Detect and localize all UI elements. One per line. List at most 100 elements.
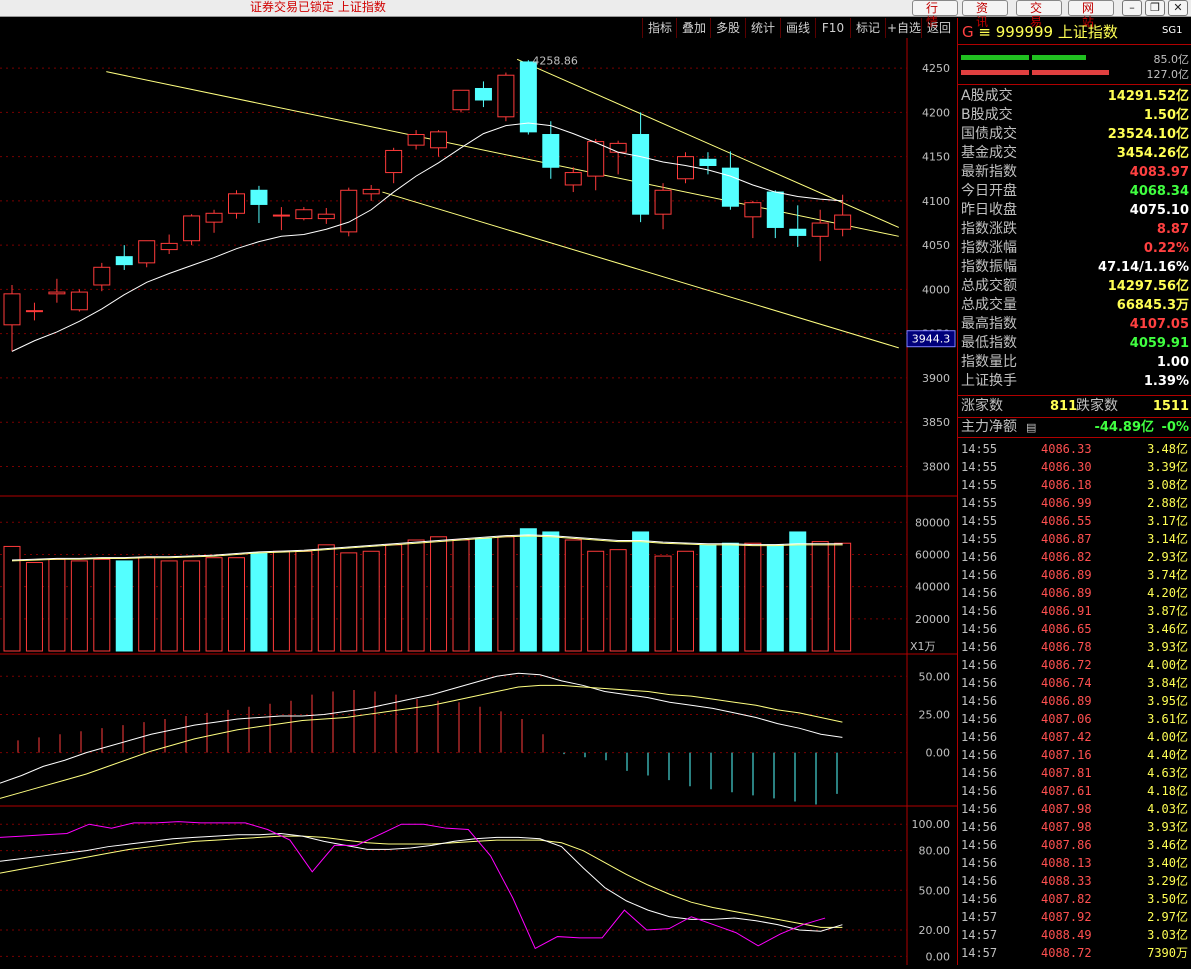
- kdj-tick-label: 0.00: [926, 950, 951, 963]
- tick-row: 14:56 4087.81 4.63亿: [958, 764, 1191, 782]
- tick-row: 14:57 4087.92 2.97亿: [958, 908, 1191, 926]
- tick-row: 14:55 4086.55 3.17亿: [958, 512, 1191, 530]
- price-tick-label: 4000: [922, 283, 950, 296]
- restore-icon[interactable]: ❐: [1145, 0, 1165, 16]
- tick-amount: 4.18亿: [1147, 784, 1188, 798]
- tick-time: 14:56: [961, 658, 998, 672]
- tick-price: 4088.13: [1041, 856, 1092, 870]
- toolbar-multistock-button[interactable]: 多股: [710, 18, 745, 38]
- trade-menu-button[interactable]: 交 易: [1016, 0, 1062, 29]
- tick-row: 14:56 4086.65 3.46亿: [958, 620, 1191, 638]
- tick-time: 14:56: [961, 748, 998, 762]
- quote-field-label: 总成交额: [961, 278, 1017, 294]
- tick-row: 14:56 4086.78 3.93亿: [958, 638, 1191, 656]
- tick-row: 14:56 4086.89 3.74亿: [958, 566, 1191, 584]
- quote-menu-button[interactable]: 行 情: [912, 0, 958, 29]
- candle-body: [317, 213, 335, 220]
- minimize-icon[interactable]: –: [1122, 0, 1142, 16]
- quote-field-label: 国债成交: [961, 126, 1017, 142]
- volume-bar: [766, 544, 784, 652]
- candle-body: [340, 189, 358, 233]
- candle-body: [385, 149, 403, 174]
- main-flow-pct: -0%: [1161, 420, 1189, 435]
- quote-field-label: B股成交: [961, 107, 1013, 123]
- candle-body: [452, 89, 470, 111]
- quote-field-label: 指数涨跌: [961, 221, 1017, 237]
- tick-amount: 3.03亿: [1147, 928, 1188, 942]
- tick-amount: 3.46亿: [1147, 622, 1188, 636]
- volume-unit: X1万: [910, 640, 936, 653]
- tick-time: 14:56: [961, 766, 998, 780]
- toolbar-f10-button[interactable]: F10: [815, 18, 850, 38]
- candle-body: [789, 228, 807, 236]
- kdj-tick-label: 100.00: [912, 818, 951, 831]
- news-menu-button[interactable]: 资 讯: [962, 0, 1008, 29]
- tick-time: 14:56: [961, 874, 998, 888]
- tick-row: 14:55 4086.99 2.88亿: [958, 494, 1191, 512]
- tick-amount: 3.29亿: [1147, 874, 1188, 888]
- quote-field-value: 14297.56亿: [1107, 279, 1189, 294]
- candle-body: [228, 193, 245, 214]
- toolbar-draw-button[interactable]: 画线: [780, 18, 815, 38]
- volume-bar: [317, 544, 335, 652]
- tick-row: 14:56 4086.91 3.87亿: [958, 602, 1191, 620]
- volume-bar: [295, 550, 313, 652]
- toolbar-overlay-button[interactable]: 叠加: [676, 18, 711, 38]
- quote-field-label: 最新指数: [961, 164, 1017, 180]
- kdj-tick-label: 80.00: [919, 845, 951, 858]
- quote-field-row: 最新指数 4083.97: [958, 163, 1191, 182]
- candle-body: [519, 61, 537, 133]
- tick-time: 14:56: [961, 604, 998, 618]
- quote-field-row: 指数涨跌 8.87: [958, 220, 1191, 239]
- detail-icon[interactable]: ▤: [1026, 418, 1036, 437]
- ma-line: [11, 122, 843, 352]
- volume-bar: [407, 539, 425, 652]
- toolbar-indicator-button[interactable]: 指标: [642, 18, 677, 38]
- tick-time: 14:55: [961, 496, 998, 510]
- price-tick-label: 3850: [922, 416, 950, 429]
- website-menu-button[interactable]: 网 站: [1068, 0, 1114, 29]
- tick-time: 14:56: [961, 712, 998, 726]
- candle-body: [407, 134, 425, 146]
- toolbar-stats-button[interactable]: 统计: [745, 18, 780, 38]
- buy-bar-left: [961, 55, 1029, 60]
- quote-field-label: A股成交: [961, 88, 1013, 104]
- tick-price: 4088.33: [1041, 874, 1092, 888]
- kline-chart[interactable]: 4250420041504100405040003950390038503800…: [0, 38, 957, 967]
- tick-row: 14:57 4088.49 3.03亿: [958, 926, 1191, 944]
- tick-amount: 3.14亿: [1147, 532, 1188, 546]
- candle-body: [744, 202, 762, 218]
- macd-dif-line: [0, 672, 843, 784]
- tick-amount: 3.17亿: [1147, 514, 1188, 528]
- toolbar-add-favorite-button[interactable]: +自选: [885, 18, 922, 38]
- quote-field-value: 4059.91: [1129, 336, 1189, 351]
- tick-row: 14:56 4087.98 4.03亿: [958, 800, 1191, 818]
- tick-price: 4088.72: [1041, 946, 1092, 960]
- quote-field-label: 总成交量: [961, 297, 1017, 313]
- toolbar-back-button[interactable]: 返回: [921, 18, 956, 38]
- quote-field-row: 国债成交 23524.10亿: [958, 125, 1191, 144]
- volume-bar: [138, 557, 156, 652]
- tick-amount: 3.74亿: [1147, 568, 1188, 582]
- tick-time: 14:55: [961, 478, 998, 492]
- tick-amount: 3.40亿: [1147, 856, 1188, 870]
- tick-amount: 2.97亿: [1147, 910, 1188, 924]
- price-tick-label: 4250: [922, 62, 950, 75]
- volume-bar: [25, 562, 43, 652]
- toolbar-mark-button[interactable]: 标记: [850, 18, 885, 38]
- quote-field-label: 指数涨幅: [961, 240, 1017, 256]
- candle-body: [272, 214, 290, 217]
- chart-area[interactable]: 4250420041504100405040003950390038503800…: [0, 38, 957, 967]
- tick-amount: 3.93亿: [1147, 640, 1188, 654]
- buy-bar-right: [1032, 55, 1086, 60]
- quote-field-label: 指数振幅: [961, 259, 1017, 275]
- quote-field-value: 1.39%: [1143, 374, 1189, 389]
- tick-amount: 4.00亿: [1147, 658, 1188, 672]
- quote-field-label: 最低指数: [961, 335, 1017, 351]
- close-icon[interactable]: ✕: [1168, 0, 1188, 16]
- quote-field-value: 47.14/1.16%: [1098, 260, 1189, 275]
- volume-bar: [542, 531, 560, 652]
- quote-field-label: 基金成交: [961, 145, 1017, 161]
- crosshair-value: 3944.3: [912, 333, 951, 346]
- tick-row: 14:55 4086.18 3.08亿: [958, 476, 1191, 494]
